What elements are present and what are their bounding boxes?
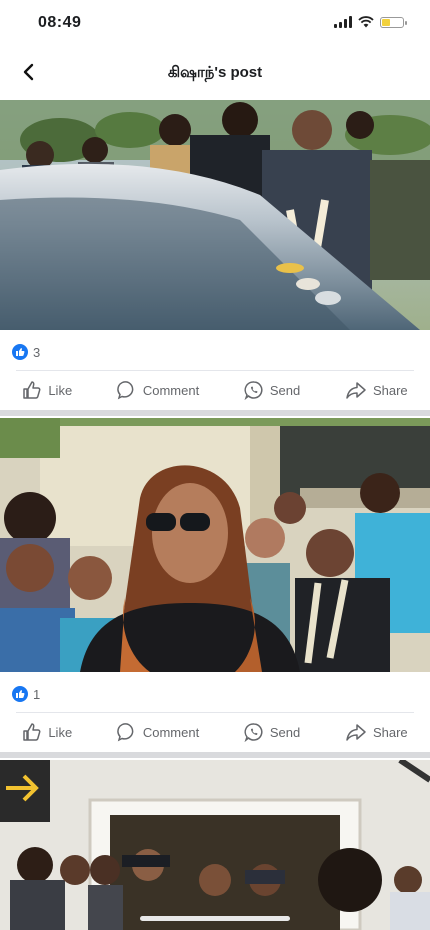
like-button[interactable]: Like	[22, 722, 72, 742]
reaction-summary-2[interactable]: 1	[12, 684, 40, 704]
cellular-signal-icon	[334, 16, 352, 28]
divider	[16, 370, 414, 371]
reaction-summary-1[interactable]: 3	[12, 342, 40, 362]
post-actions-2: Like Comment Send Share	[0, 714, 430, 750]
share-button[interactable]: Share	[345, 722, 408, 742]
like-reaction-icon	[12, 686, 28, 702]
like-reaction-icon	[12, 344, 28, 360]
comment-button[interactable]: Comment	[117, 722, 199, 742]
comment-icon	[117, 381, 134, 400]
post-photo-2[interactable]	[0, 418, 430, 672]
like-button[interactable]: Like	[22, 380, 72, 400]
reaction-count: 3	[33, 344, 41, 360]
share-icon	[346, 724, 366, 741]
status-bar: 08:49	[0, 0, 430, 46]
post-separator	[0, 752, 430, 758]
whatsapp-icon	[244, 381, 263, 400]
reaction-count: 1	[33, 686, 41, 702]
share-icon	[346, 382, 366, 399]
page-title: கிஷாந்'s post	[167, 64, 263, 81]
send-button[interactable]: Send	[244, 380, 300, 400]
send-label: Send	[269, 724, 301, 740]
status-time: 08:49	[38, 14, 82, 31]
comment-label: Comment	[142, 382, 200, 398]
post-separator	[0, 410, 430, 416]
comment-icon	[117, 723, 134, 742]
home-indicator[interactable]	[140, 916, 290, 921]
share-label: Share	[372, 382, 408, 398]
post-header: கிஷாந்'s post	[0, 46, 430, 98]
thumbs-up-icon	[23, 381, 41, 399]
status-icons	[334, 16, 407, 28]
like-label: Like	[48, 382, 73, 398]
whatsapp-icon	[244, 723, 263, 742]
post-actions-1: Like Comment Send Share	[0, 372, 430, 408]
post-photo-1[interactable]	[0, 100, 430, 330]
share-label: Share	[372, 724, 408, 740]
send-button[interactable]: Send	[244, 722, 300, 742]
wifi-icon	[358, 16, 374, 28]
share-button[interactable]: Share	[345, 380, 408, 400]
post-photo-3[interactable]	[0, 760, 430, 930]
send-label: Send	[269, 382, 301, 398]
comment-button[interactable]: Comment	[117, 380, 199, 400]
battery-icon	[380, 16, 407, 28]
thumbs-up-icon	[23, 723, 41, 741]
divider	[16, 712, 414, 713]
comment-label: Comment	[142, 724, 200, 740]
like-label: Like	[48, 724, 73, 740]
